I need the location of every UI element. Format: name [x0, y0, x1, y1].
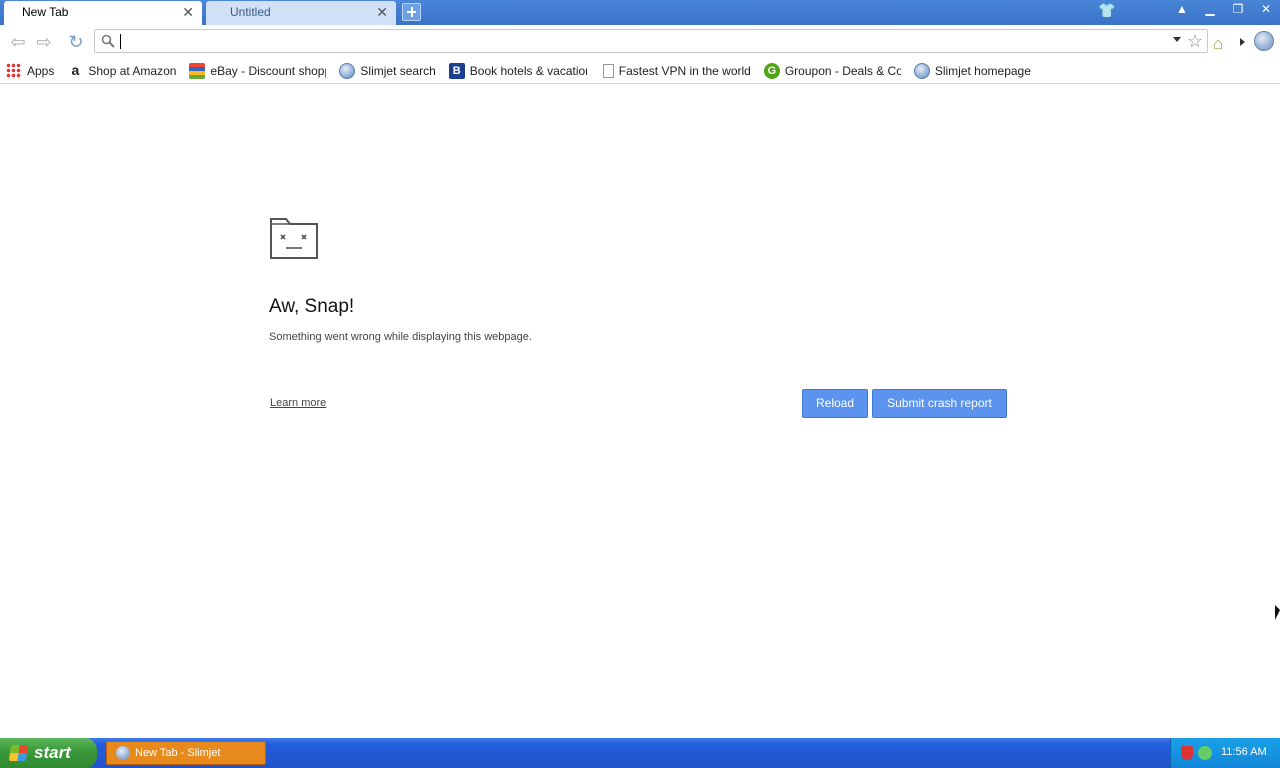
bookmark-groupon[interactable]: G Groupon - Deals & Coup [763, 62, 901, 79]
system-tray: 11:56 AM [1170, 738, 1280, 768]
bookmark-booking[interactable]: B Book hotels & vacation r [448, 62, 587, 79]
bookmark-label: Fastest VPN in the world [618, 63, 751, 78]
globe-icon [116, 746, 130, 760]
bookmark-ebay[interactable]: eBay - Discount shoppin [189, 62, 326, 79]
shirt-icon[interactable]: 👕 [1098, 2, 1116, 18]
booking-icon: B [448, 62, 465, 79]
home-icon[interactable]: ⌂ [1213, 34, 1223, 54]
new-tab-button[interactable] [402, 3, 421, 21]
forward-arrow-icon[interactable]: ⇨ [34, 33, 54, 51]
globe-icon [913, 62, 930, 79]
bookmark-label: Shop at Amazon [88, 63, 177, 78]
restore-button[interactable]: ❐ [1224, 0, 1252, 20]
bookmark-label: Slimjet search [360, 63, 436, 78]
bookmark-label: eBay - Discount shoppin [210, 63, 326, 78]
back-arrow-icon[interactable]: ⇦ [8, 33, 28, 51]
toolbar: ⇦ ⇨ ↻ ☆ ⌂ [0, 25, 1280, 58]
tab-new-tab[interactable]: New Tab ✕ [4, 1, 202, 25]
tab-label: New Tab [22, 5, 69, 19]
bookmark-label: Book hotels & vacation r [469, 63, 587, 78]
address-bar[interactable]: ☆ [94, 29, 1208, 53]
tab-strip: New Tab ✕ Untitled ✕ 👕 ▲ ▁ ❐ ✕ [0, 0, 1280, 25]
close-tab-icon[interactable]: ✕ [182, 1, 194, 24]
close-tab-icon[interactable]: ✕ [376, 1, 388, 24]
security-shield-icon[interactable] [1181, 746, 1193, 760]
learn-more-link[interactable]: Learn more [270, 397, 326, 409]
sad-tab-icon [270, 218, 318, 259]
reload-icon[interactable]: ↻ [66, 33, 86, 51]
bookmarks-bar: Apps a Shop at Amazon eBay - Discount sh… [0, 58, 1280, 84]
text-caret [120, 34, 121, 49]
apps-grid-icon [6, 62, 22, 79]
bookmark-slimjet-homepage[interactable]: Slimjet homepage [913, 62, 1031, 79]
bookmark-star-icon[interactable]: ☆ [1187, 30, 1203, 52]
taskbar-item-label: New Tab - Slimjet [135, 747, 221, 759]
tab-label: Untitled [230, 5, 271, 19]
bookmark-label: Apps [27, 63, 55, 78]
groupon-icon: G [763, 62, 780, 79]
start-button[interactable]: start [0, 738, 97, 768]
chevron-right-icon[interactable] [1240, 38, 1245, 46]
address-input[interactable] [119, 32, 1169, 50]
window-controls: ▲ ▁ ❐ ✕ [1168, 0, 1280, 20]
start-label: start [34, 743, 71, 762]
bookmark-amazon[interactable]: a Shop at Amazon [67, 63, 176, 79]
clock: 11:56 AM [1221, 746, 1267, 758]
taskbar: start New Tab - Slimjet 11:56 AM [0, 738, 1280, 768]
submit-crash-report-button[interactable]: Submit crash report [872, 389, 1007, 418]
windows-logo-icon [8, 745, 29, 761]
bookmark-slimjet-search[interactable]: Slimjet search [339, 62, 436, 79]
dropdown-icon[interactable] [1173, 37, 1181, 42]
bookmark-label: Slimjet homepage [934, 63, 1031, 78]
close-button[interactable]: ✕ [1252, 0, 1280, 20]
minimize-button[interactable]: ▁ [1196, 0, 1224, 20]
taskbar-item-slimjet[interactable]: New Tab - Slimjet [106, 741, 266, 765]
search-icon [101, 34, 115, 48]
network-icon[interactable] [1198, 746, 1212, 760]
bookmark-label: Groupon - Deals & Coup [784, 63, 901, 78]
page-icon [602, 63, 614, 78]
globe-icon [339, 62, 356, 79]
tab-untitled[interactable]: Untitled ✕ [206, 1, 396, 25]
error-message: Something went wrong while displaying th… [269, 331, 532, 343]
reload-button[interactable]: Reload [802, 389, 868, 418]
amazon-icon: a [71, 61, 80, 78]
bookmark-vpn[interactable]: Fastest VPN in the world [600, 63, 751, 78]
mouse-cursor-icon [1275, 605, 1280, 620]
user-icon[interactable]: ▲ [1168, 0, 1196, 20]
error-title: Aw, Snap! [269, 296, 355, 317]
browser-menu-icon[interactable] [1254, 31, 1274, 51]
bookmark-apps[interactable]: Apps [6, 62, 55, 79]
ebay-icon [189, 62, 206, 79]
